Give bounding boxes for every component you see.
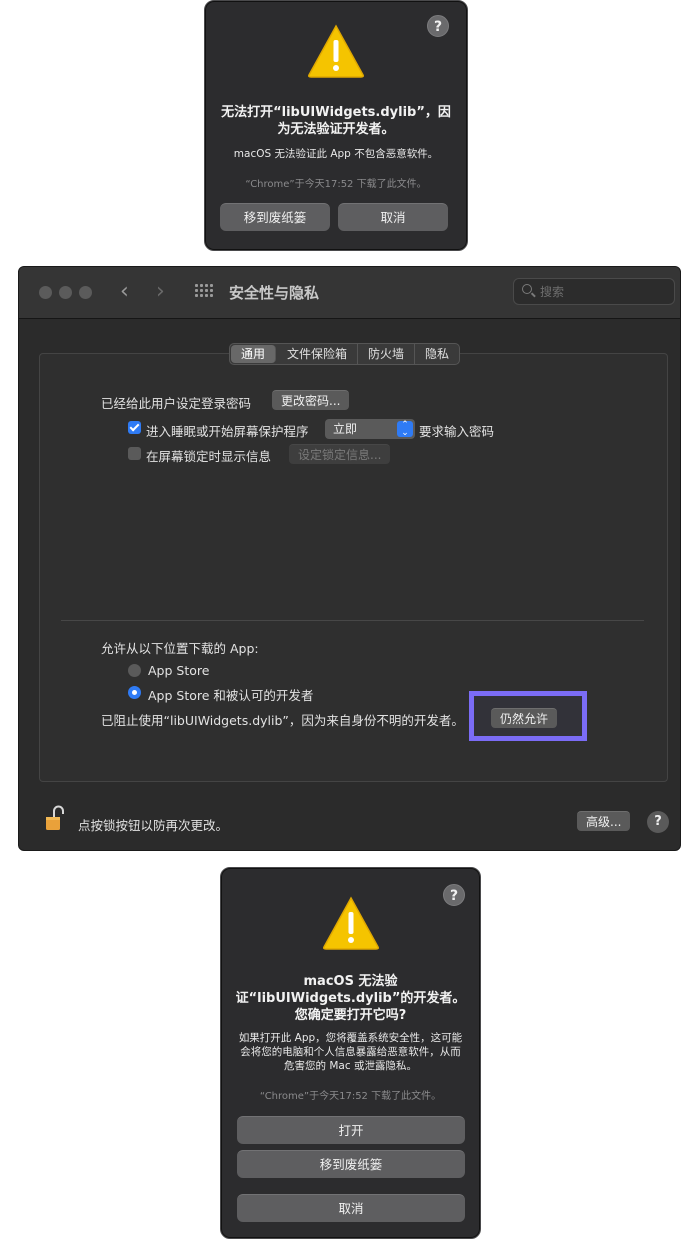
title-bar: ‹ › 安全性与隐私 (19, 267, 680, 319)
allow-apps-label: 允许从以下位置下载的 App: (101, 641, 259, 656)
alert-message: macOS 无法验证此 App 不包含恶意软件。 (233, 148, 439, 160)
show-message-checkbox[interactable] (128, 447, 141, 460)
change-password-button[interactable]: 更改密码... (272, 390, 350, 410)
unverified-developer-alert: ? 无法打开“libUIWidgets.dylib”，因为无法验证开发者。 ma… (204, 0, 468, 251)
require-password-suffix: 要求输入密码 (419, 424, 495, 439)
search-input[interactable] (540, 282, 670, 302)
warning-icon (308, 24, 364, 78)
unlocked-lock-icon[interactable] (45, 805, 65, 831)
radio-app-store-label: App Store (148, 663, 210, 678)
zoom-window-button[interactable] (79, 286, 92, 299)
section-divider (61, 620, 644, 621)
tab-privacy[interactable]: 隐私 (415, 344, 459, 364)
help-button[interactable]: ? (427, 15, 449, 37)
require-password-delay-select[interactable]: 立即 ⌃ ⌄ (325, 419, 415, 439)
set-lock-message-button[interactable]: 设定锁定信息... (289, 444, 391, 464)
tab-bar: 通用 文件保险箱 防火墙 隐私 (229, 343, 461, 365)
help-button[interactable]: ? (647, 811, 669, 833)
select-value: 立即 (333, 422, 358, 436)
warning-icon (322, 896, 379, 950)
move-to-trash-button[interactable]: 移到废纸篓 (220, 203, 330, 231)
tab-firewall[interactable]: 防火墙 (358, 344, 416, 364)
alert-source: “Chrome”于今天17:52 下载了此文件。 (245, 179, 427, 190)
window-title: 安全性与隐私 (229, 284, 320, 302)
alert-message: 如果打开此 App，您将覆盖系统安全性，这可能会将您的电脑和个人信息暴露给恶意软… (238, 1032, 463, 1072)
radio-app-store-developers[interactable] (128, 686, 141, 699)
cancel-button[interactable]: 取消 (237, 1194, 465, 1222)
help-button[interactable]: ? (443, 884, 465, 906)
advanced-button[interactable]: 高级... (577, 811, 631, 831)
alert-title: 无法打开“libUIWidgets.dylib”，因为无法验证开发者。 (221, 105, 451, 137)
radio-app-store-developers-label: App Store 和被认可的开发者 (148, 688, 314, 703)
search-field[interactable] (513, 278, 675, 305)
tab-filevault[interactable]: 文件保险箱 (277, 344, 359, 364)
login-password-label: 已经给此用户设定登录密码 (101, 396, 252, 411)
allow-anyway-button[interactable]: 仍然允许 (491, 708, 558, 728)
close-window-button[interactable] (39, 286, 52, 299)
open-button[interactable]: 打开 (237, 1116, 465, 1144)
show-all-grid-icon[interactable] (195, 284, 213, 300)
alert-source: “Chrome”于今天17:52 下载了此文件。 (259, 1091, 442, 1102)
open-confirmation-alert: ? macOS 无法验证“libUIWidgets.dylib”的开发者。您确定… (220, 867, 481, 1239)
search-icon (522, 284, 532, 294)
require-password-label: 进入睡眠或开始屏幕保护程序 (146, 424, 309, 439)
chevron-updown-icon: ⌃ ⌄ (397, 421, 413, 438)
forward-icon[interactable]: › (156, 279, 165, 304)
tab-general[interactable]: 通用 (231, 345, 277, 363)
require-password-checkbox[interactable] (128, 421, 141, 434)
lock-hint-text: 点按锁按钮以防再次更改。 (78, 818, 229, 833)
radio-app-store[interactable] (128, 664, 141, 677)
cancel-button[interactable]: 取消 (338, 203, 448, 231)
move-to-trash-button[interactable]: 移到废纸篓 (237, 1150, 465, 1178)
back-icon[interactable]: ‹ (120, 279, 129, 304)
alert-title: macOS 无法验证“libUIWidgets.dylib”的开发者。您确定要打… (235, 974, 466, 1023)
security-privacy-window: ‹ › 安全性与隐私 通用 文件保险箱 防火墙 隐私 已经给此用户设定登录密码 … (18, 266, 681, 851)
blocked-app-text: 已阻止使用“libUIWidgets.dylib”，因为来自身份不明的开发者。 (101, 713, 464, 728)
show-message-label: 在屏幕锁定时显示信息 (146, 449, 272, 464)
minimize-window-button[interactable] (59, 286, 72, 299)
